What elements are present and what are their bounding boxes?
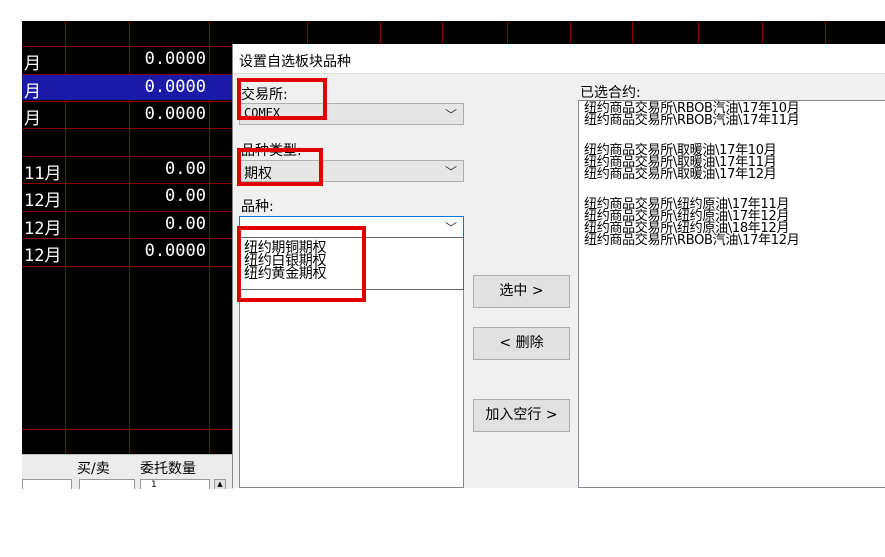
selected-contracts-items: 纽约商品交易所\RBOB汽油\17年10月 纽约商品交易所\RBOB汽油\17年… bbox=[579, 101, 885, 247]
row-month[interactable]: 12月 bbox=[24, 186, 61, 211]
order-field[interactable] bbox=[22, 479, 72, 489]
order-bar: 买/卖 委托数量 1 ▲ bbox=[22, 454, 234, 489]
row-month[interactable]: 12月 bbox=[24, 241, 61, 266]
select-button[interactable]: 选中 > bbox=[473, 275, 570, 308]
row-month[interactable]: 月 bbox=[24, 77, 41, 102]
selected-contracts-list[interactable]: 纽约商品交易所\RBOB汽油\17年10月 纽约商品交易所\RBOB汽油\17年… bbox=[578, 100, 885, 488]
buy-sell-select[interactable] bbox=[79, 479, 135, 489]
row-value[interactable]: 0.00 bbox=[132, 186, 206, 206]
dialog-title: 设置自选板块品种 bbox=[239, 54, 351, 70]
selected-contract-item[interactable]: 纽约商品交易所\取暖油\17年12月 bbox=[584, 168, 885, 181]
row-value[interactable]: 0.0000 bbox=[132, 104, 206, 124]
row-value[interactable]: 0.0000 bbox=[132, 77, 206, 97]
selected-contract-item[interactable]: 纽约商品交易所\RBOB汽油\17年11月 bbox=[584, 114, 885, 127]
chevron-down-icon[interactable]: ﹀ bbox=[445, 106, 457, 123]
variety-label: 品种: bbox=[241, 199, 274, 215]
annotation-highlight bbox=[237, 78, 327, 120]
dialog-titlebar[interactable]: 设置自选板块品种 bbox=[233, 44, 885, 74]
annotation-highlight bbox=[237, 148, 323, 186]
annotation-highlight bbox=[237, 226, 366, 302]
selected-contracts-label: 已选合约: bbox=[580, 85, 641, 101]
row-month[interactable]: 月 bbox=[24, 49, 41, 74]
row-month[interactable]: 月 bbox=[24, 104, 41, 129]
row-month[interactable]: 11月 bbox=[24, 159, 61, 184]
quantity-input[interactable]: 1 bbox=[140, 479, 210, 489]
delete-button[interactable]: < 删除 bbox=[473, 327, 570, 360]
contract-list[interactable] bbox=[239, 290, 464, 488]
custom-block-dialog: 设置自选板块品种 交易所: COMEX ﹀ 品种类型: 期权 ﹀ 品种: ﹀ 纽… bbox=[232, 44, 885, 488]
add-blank-row-button[interactable]: 加入空行 > bbox=[473, 399, 570, 432]
quantity-up-icon[interactable]: ▲ bbox=[214, 479, 226, 489]
row-value[interactable]: 0.00 bbox=[132, 214, 206, 234]
quantity-label: 委托数量 bbox=[140, 461, 196, 477]
buy-sell-label: 买/卖 bbox=[77, 461, 110, 477]
selected-contract-item[interactable]: 纽约商品交易所\RBOB汽油\17年12月 bbox=[584, 234, 885, 247]
chevron-down-icon[interactable]: ﹀ bbox=[445, 163, 457, 180]
chevron-down-icon[interactable]: ﹀ bbox=[445, 219, 457, 236]
row-month[interactable]: 12月 bbox=[24, 214, 61, 239]
row-value[interactable]: 0.0000 bbox=[132, 241, 206, 261]
row-value[interactable]: 0.0000 bbox=[132, 49, 206, 69]
row-value[interactable]: 0.00 bbox=[132, 159, 206, 179]
